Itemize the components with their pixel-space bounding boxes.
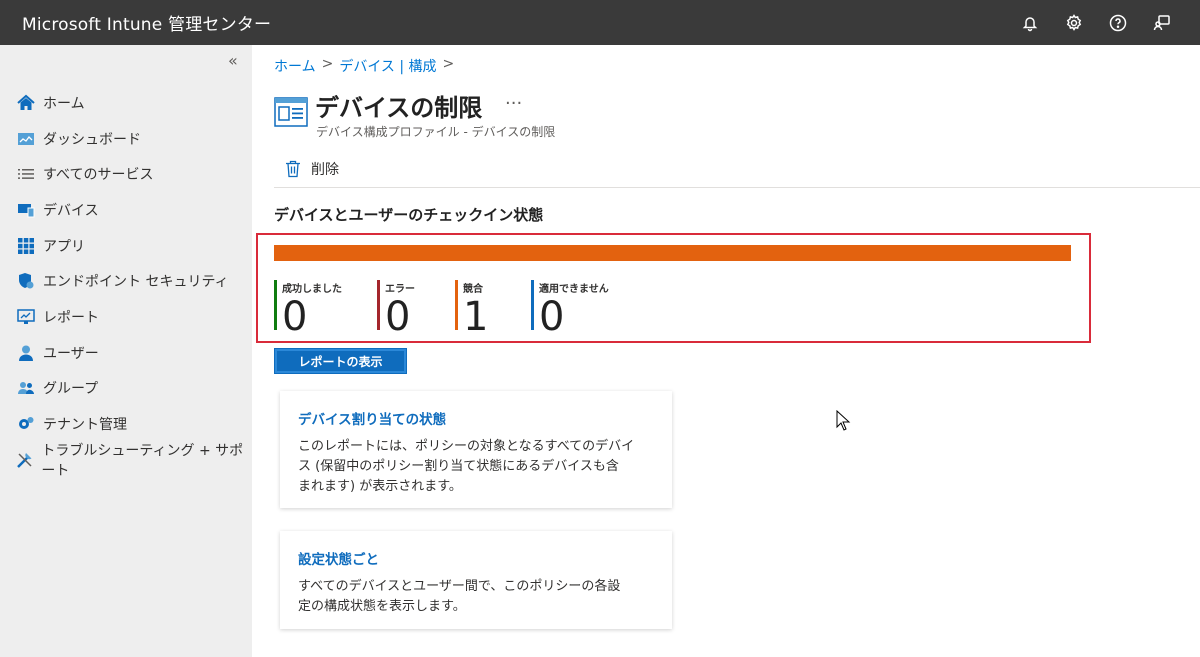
- collapse-sidebar-button[interactable]: «: [228, 51, 238, 70]
- sidebar-item-label: デバイス: [43, 202, 99, 219]
- sidebar-item-devices[interactable]: デバイス: [16, 192, 252, 228]
- sidebar-item-reports[interactable]: レポート: [16, 299, 252, 335]
- sidebar-item-groups[interactable]: グループ: [16, 371, 252, 407]
- stat-error[interactable]: エラー 0: [377, 280, 415, 337]
- stat-label: 競合: [463, 284, 483, 295]
- top-bar-icons: [1020, 0, 1172, 45]
- home-icon: [16, 93, 36, 113]
- top-bar: Microsoft Intune 管理センター: [0, 0, 1200, 45]
- card-desc-line: まれます) が表示されます。: [298, 479, 462, 494]
- card-description: すべてのデバイスとユーザー間で、このポリシーの各設 定の構成状態を表示します。: [298, 577, 654, 617]
- breadcrumb-home[interactable]: ホーム: [274, 56, 316, 76]
- sidebar-item-label: ホーム: [43, 95, 85, 112]
- shield-icon: [16, 271, 36, 291]
- sidebar-item-label: アプリ: [43, 238, 85, 255]
- sidebar-item-label: エンドポイント セキュリティ: [43, 274, 229, 291]
- card-title: 設定状態ごと: [298, 552, 379, 568]
- breadcrumb: ホーム > デバイス | 構成 >: [274, 56, 454, 76]
- sidebar-item-label: グループ: [43, 381, 99, 398]
- card-desc-line: 定の構成状態を表示します。: [298, 599, 466, 614]
- sidebar-item-dashboard[interactable]: ダッシュボード: [16, 121, 252, 157]
- app-title: Microsoft Intune 管理センター: [22, 15, 272, 35]
- stat-value: 0: [539, 294, 565, 340]
- breadcrumb-separator: >: [442, 56, 455, 72]
- groups-icon: [16, 378, 36, 398]
- sidebar-item-label: すべてのサービス: [43, 167, 154, 184]
- delete-button[interactable]: 削除: [285, 159, 339, 179]
- stat-color-bar: [531, 280, 534, 330]
- list-icon: [16, 164, 36, 184]
- sidebar-item-label: レポート: [43, 309, 99, 326]
- reports-icon: [16, 307, 36, 327]
- stat-conflict[interactable]: 競合 1: [455, 280, 488, 337]
- card-title: デバイス割り当ての状態: [298, 412, 447, 428]
- sidebar-item-home[interactable]: ホーム: [16, 85, 252, 121]
- sidebar-item-label: トラブルシューティング + サポート: [41, 442, 244, 479]
- stat-label: 適用できません: [539, 284, 609, 295]
- sidebar-item-users[interactable]: ユーザー: [16, 335, 252, 371]
- sidebar-item-all-services[interactable]: すべてのサービス: [16, 156, 252, 192]
- stat-color-bar: [455, 280, 458, 330]
- stat-color-bar: [274, 280, 277, 330]
- sidebar-item-tenant-admin[interactable]: テナント管理: [16, 406, 252, 442]
- apps-icon: [16, 236, 36, 256]
- mouse-cursor-icon: [836, 410, 851, 431]
- devices-icon: [16, 200, 36, 220]
- device-assignment-status-card[interactable]: デバイス割り当ての状態 このレポートには、ポリシーの対象となるすべてのデバイ ス…: [280, 391, 672, 508]
- stat-succeeded[interactable]: 成功しました 0: [274, 280, 342, 337]
- checkin-status-title: デバイスとユーザーのチェックイン状態: [274, 206, 544, 224]
- sidebar-item-label: ユーザー: [43, 345, 99, 362]
- card-desc-line: ス (保留中のポリシー割り当て状態にあるデバイスも含: [298, 459, 619, 474]
- status-summary-bar: [274, 245, 1071, 261]
- help-icon[interactable]: [1108, 13, 1128, 33]
- stat-label: エラー: [385, 284, 415, 295]
- toolbar-divider: [274, 187, 1200, 188]
- delete-label: 削除: [311, 162, 339, 178]
- sidebar-item-endpoint-security[interactable]: エンドポイント セキュリティ: [16, 263, 252, 299]
- card-desc-line: このレポートには、ポリシーの対象となるすべてのデバイ: [298, 439, 635, 454]
- device-config-icon: [274, 97, 308, 127]
- sidebar-item-label: ダッシュボード: [43, 131, 141, 148]
- checkin-status-panel: 成功しました 0 エラー 0 競合 1 適用できません 0: [256, 233, 1091, 343]
- troubleshoot-icon: [16, 450, 34, 470]
- page-title: デバイスの制限: [315, 94, 483, 122]
- feedback-icon[interactable]: [1152, 13, 1172, 33]
- sidebar-item-apps[interactable]: アプリ: [16, 228, 252, 264]
- main-content: ホーム > デバイス | 構成 > デバイスの制限 ··· デバイス構成プロファ…: [252, 45, 1200, 657]
- sidebar: « ホーム ダッシュボード すべてのサービス デバイス アプリ エンドポイント …: [0, 45, 252, 657]
- card-description: このレポートには、ポリシーの対象となるすべてのデバイ ス (保留中のポリシー割り…: [298, 437, 654, 497]
- tenant-icon: [16, 414, 36, 434]
- stat-value: 1: [463, 294, 489, 340]
- per-setting-status-card[interactable]: 設定状態ごと すべてのデバイスとユーザー間で、このポリシーの各設 定の構成状態を…: [280, 531, 672, 629]
- breadcrumb-separator: >: [321, 56, 334, 72]
- stat-value: 0: [282, 294, 308, 340]
- user-icon: [16, 343, 36, 363]
- sidebar-nav: ホーム ダッシュボード すべてのサービス デバイス アプリ エンドポイント セキ…: [16, 85, 252, 479]
- breadcrumb-devices-config[interactable]: デバイス | 構成: [339, 56, 436, 76]
- view-report-button[interactable]: レポートの表示: [275, 349, 406, 373]
- stat-not-applicable[interactable]: 適用できません 0: [531, 280, 609, 337]
- stat-label: 成功しました: [282, 284, 342, 295]
- stat-color-bar: [377, 280, 380, 330]
- page-subtitle: デバイス構成プロファイル - デバイスの制限: [316, 125, 556, 139]
- more-options-button[interactable]: ···: [505, 93, 522, 114]
- card-desc-line: すべてのデバイスとユーザー間で、このポリシーの各設: [298, 579, 621, 594]
- stat-value: 0: [385, 294, 411, 340]
- gear-icon[interactable]: [1064, 13, 1084, 33]
- dashboard-icon: [16, 129, 36, 149]
- sidebar-item-troubleshooting[interactable]: トラブルシューティング + サポート: [16, 442, 252, 479]
- bell-icon[interactable]: [1020, 13, 1040, 33]
- sidebar-item-label: テナント管理: [43, 417, 127, 434]
- trash-icon: [286, 160, 300, 178]
